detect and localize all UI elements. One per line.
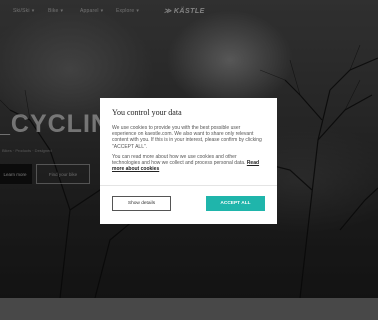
dialog-divider xyxy=(100,185,277,186)
dialog-paragraph-1: We use cookies to provide you with the b… xyxy=(112,125,262,150)
show-details-button[interactable]: Show details xyxy=(112,196,171,211)
dialog-paragraph-2: You can read more about how we use cooki… xyxy=(112,154,265,173)
dialog-title: You control your data xyxy=(112,108,182,117)
cookie-consent-dialog: You control your data We use cookies to … xyxy=(100,98,277,224)
accept-all-button[interactable]: ACCEPT ALL xyxy=(206,196,265,211)
dialog-paragraph-2-text: You can read more about how we use cooki… xyxy=(112,153,247,167)
